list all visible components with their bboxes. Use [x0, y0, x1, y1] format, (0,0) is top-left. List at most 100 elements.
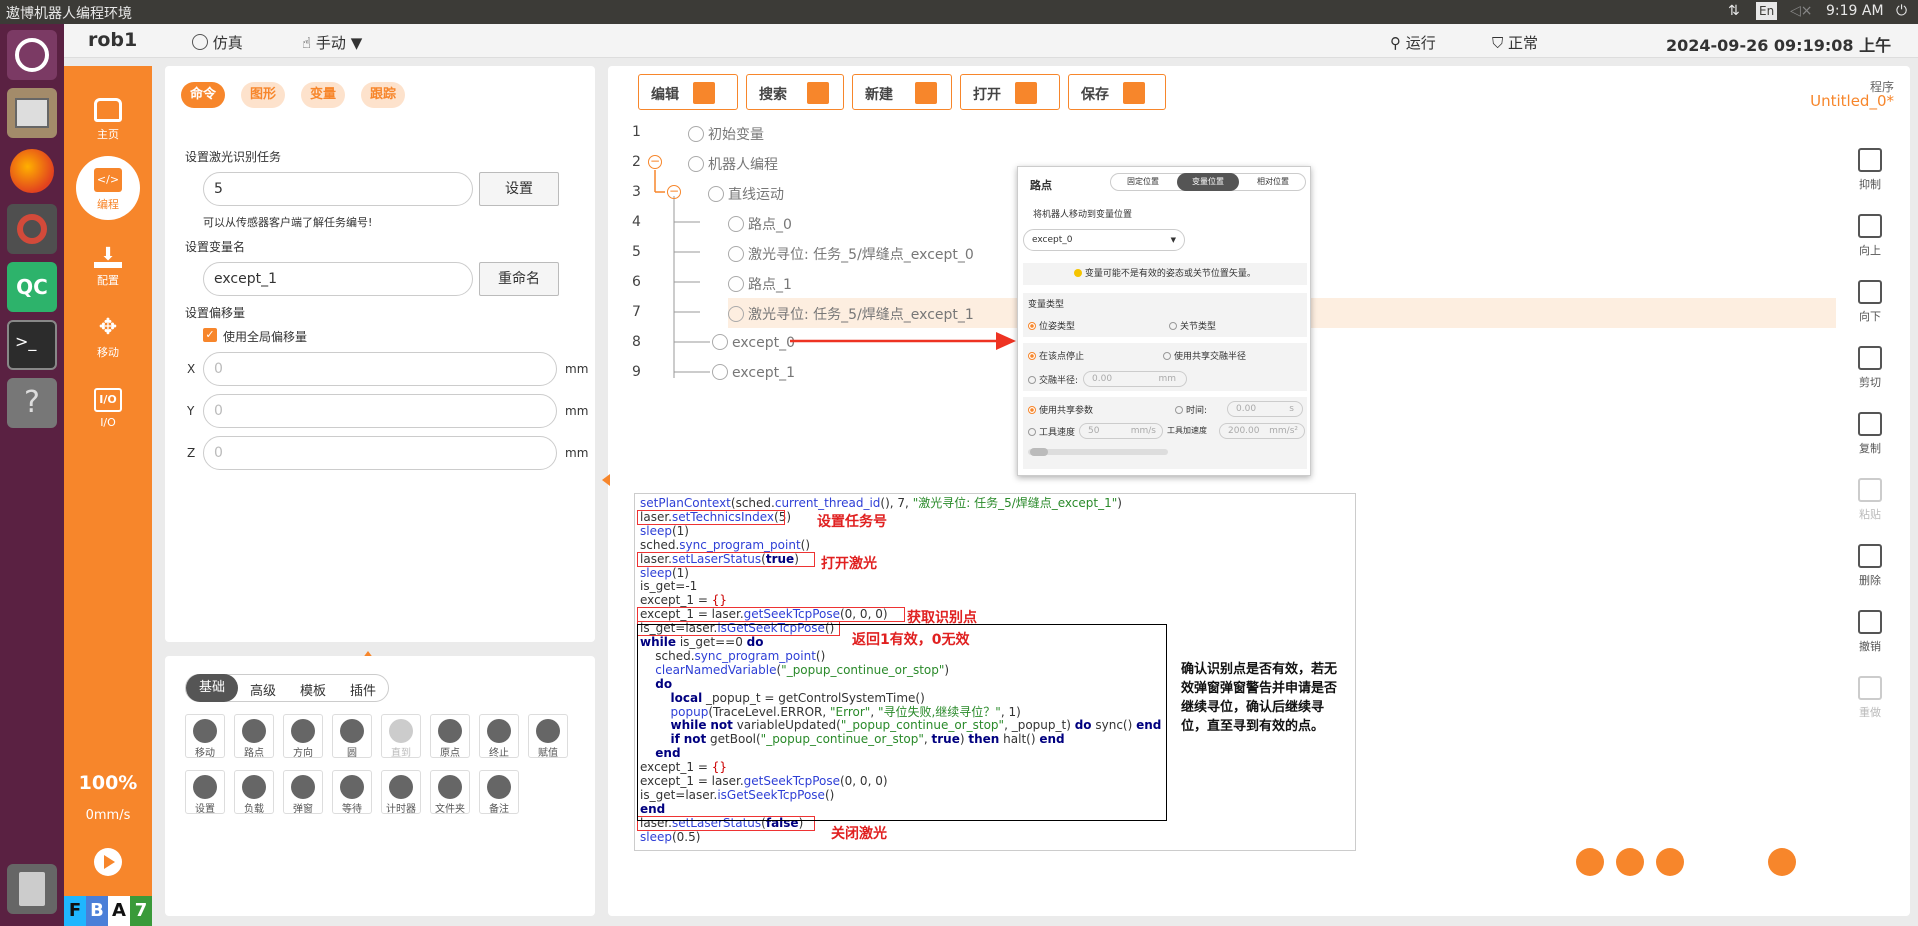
open-button[interactable]: 打开: [960, 74, 1060, 110]
tool-until[interactable]: 直到: [381, 714, 421, 759]
search-button[interactable]: 搜索: [746, 74, 844, 110]
tool-assign[interactable]: 赋值: [528, 714, 568, 759]
tool-circle[interactable]: 圆: [332, 714, 372, 759]
tool-arrow-down[interactable]: 向下: [1846, 280, 1894, 324]
tool-stop[interactable]: 终止: [479, 714, 519, 759]
tool-timer[interactable]: 计时器: [381, 770, 421, 815]
shared-radius-radio[interactable]: 使用共享交融半径: [1163, 349, 1246, 362]
tab-graphics[interactable]: 图形: [241, 82, 285, 108]
tree-node[interactable]: 激光寻位: 任务_5/焊缝点_except_0: [728, 244, 974, 264]
clock[interactable]: 9:19 AM: [1826, 3, 1884, 19]
tool-speed-radio[interactable]: 工具速度: [1028, 425, 1075, 438]
tool-payload[interactable]: 负载: [234, 770, 274, 815]
ubuntu-launcher: QC >_ ?: [0, 24, 64, 926]
tool-undo[interactable]: 撤销: [1846, 610, 1894, 654]
play-button[interactable]: [94, 848, 122, 876]
tool-paste[interactable]: 粘贴: [1846, 478, 1894, 522]
offset-x-input[interactable]: 0: [203, 352, 557, 386]
tool-direction[interactable]: 方向: [283, 714, 323, 759]
nav-program[interactable]: </> 编程: [76, 156, 140, 220]
offset-y-input[interactable]: 0: [203, 394, 557, 428]
offset-z-input[interactable]: 0: [203, 436, 557, 470]
tree-node[interactable]: 直线运动: [708, 184, 784, 204]
speed-slider[interactable]: [1028, 448, 1168, 456]
joint-type-radio[interactable]: 关节类型: [1169, 319, 1216, 332]
nav-home[interactable]: 主页: [64, 86, 152, 148]
nav-config[interactable]: ⬇ 配置: [64, 232, 152, 294]
rename-button[interactable]: 重命名: [479, 262, 559, 296]
tab-fixed-position[interactable]: 固定位置: [1111, 174, 1175, 190]
tab-command[interactable]: 命令: [181, 82, 225, 108]
mode-dropdown[interactable]: ☝ 手动 ▼: [302, 32, 362, 53]
view-button-3[interactable]: [1656, 848, 1684, 876]
nav-io[interactable]: I/O I/O: [64, 376, 152, 438]
terminal-icon[interactable]: >_: [7, 320, 57, 370]
tool-wait[interactable]: 等待: [332, 770, 372, 815]
collapse-linear-move-icon[interactable]: −: [667, 185, 681, 199]
qc-icon[interactable]: QC: [7, 262, 57, 312]
tool-acceleration-input[interactable]: 200.00 mm/s²: [1219, 423, 1305, 439]
power-icon[interactable]: ⏻: [1896, 3, 1907, 19]
tree-node[interactable]: except_0: [712, 334, 795, 351]
tab-variables[interactable]: 变量: [301, 82, 345, 108]
time-radio[interactable]: 时间:: [1175, 403, 1207, 416]
tree-node[interactable]: 路点_0: [728, 214, 792, 234]
shared-params-radio[interactable]: 使用共享参数: [1028, 403, 1093, 416]
tool-folder[interactable]: 文件夹: [430, 770, 470, 815]
tree-node[interactable]: 激光寻位: 任务_5/焊缝点_except_1: [728, 304, 974, 324]
tool-suppress[interactable]: 抑制: [1846, 148, 1894, 192]
collapse-robot-program-icon[interactable]: −: [648, 155, 662, 169]
tab-variable-position[interactable]: 变量位置: [1177, 173, 1239, 191]
tab-relative-position[interactable]: 相对位置: [1241, 174, 1305, 190]
blend-radius-radio[interactable]: 交融半径:: [1028, 373, 1078, 386]
help-icon[interactable]: ?: [7, 378, 57, 428]
pose-type-radio[interactable]: 位姿类型: [1028, 319, 1075, 332]
simulation-toggle[interactable]: 仿真: [192, 32, 243, 53]
tree-node[interactable]: 机器人编程: [688, 154, 778, 174]
tool-copy[interactable]: 复制: [1846, 412, 1894, 456]
trash-bin-icon[interactable]: [7, 864, 57, 914]
collapse-handle[interactable]: [602, 474, 610, 486]
tool-comment[interactable]: 备注: [479, 770, 519, 815]
volume-icon[interactable]: ◁×: [1790, 3, 1813, 19]
tool-trash[interactable]: 删除: [1846, 544, 1894, 588]
global-offset-checkbox[interactable]: ✓: [203, 328, 217, 342]
tool-scissors[interactable]: 剪切: [1846, 346, 1894, 390]
network-icon[interactable]: ⇅: [1728, 3, 1740, 19]
task-input[interactable]: 5: [203, 172, 473, 206]
settings-icon[interactable]: [7, 204, 57, 254]
tool-settings[interactable]: 设置: [185, 770, 225, 815]
firefox-icon[interactable]: [7, 146, 57, 196]
tool-arrow-up[interactable]: 向上: [1846, 214, 1894, 258]
tool-redo[interactable]: 重做: [1846, 676, 1894, 720]
tab-plugin[interactable]: 插件: [338, 680, 388, 699]
view-button-4[interactable]: [1768, 848, 1796, 876]
tool-speed-input[interactable]: 50 mm/s: [1079, 423, 1163, 439]
files-icon[interactable]: [7, 88, 57, 138]
tree-node[interactable]: 初始变量: [688, 124, 764, 144]
tab-template[interactable]: 模板: [288, 680, 338, 699]
tool-popup[interactable]: 弹窗: [283, 770, 323, 815]
language-indicator[interactable]: En: [1756, 2, 1778, 20]
tab-advanced[interactable]: 高级: [238, 680, 288, 699]
tool-move[interactable]: 移动: [185, 714, 225, 759]
save-button[interactable]: 保存: [1068, 74, 1166, 110]
tab-trace[interactable]: 跟踪: [361, 82, 405, 108]
edit-button[interactable]: 编辑: [638, 74, 738, 110]
time-input[interactable]: 0.00 s: [1227, 401, 1303, 417]
new-button[interactable]: 新建: [852, 74, 952, 110]
ubuntu-dash-icon[interactable]: [7, 30, 57, 80]
variable-name-input[interactable]: except_1: [203, 262, 473, 296]
variable-select[interactable]: except_0 ▼: [1023, 229, 1185, 251]
view-button-1[interactable]: [1576, 848, 1604, 876]
blend-radius-input[interactable]: 0.00 mm: [1083, 371, 1187, 387]
set-task-button[interactable]: 设置: [479, 172, 559, 206]
tree-node[interactable]: 路点_1: [728, 274, 792, 294]
view-button-2[interactable]: [1616, 848, 1644, 876]
tool-waypoint[interactable]: 路点: [234, 714, 274, 759]
tree-node[interactable]: except_1: [712, 364, 795, 381]
stop-at-point-radio[interactable]: 在该点停止: [1028, 349, 1084, 362]
tab-basic[interactable]: 基础: [186, 674, 238, 702]
tool-origin[interactable]: 原点: [430, 714, 470, 759]
nav-move[interactable]: ✥ 移动: [64, 304, 152, 366]
